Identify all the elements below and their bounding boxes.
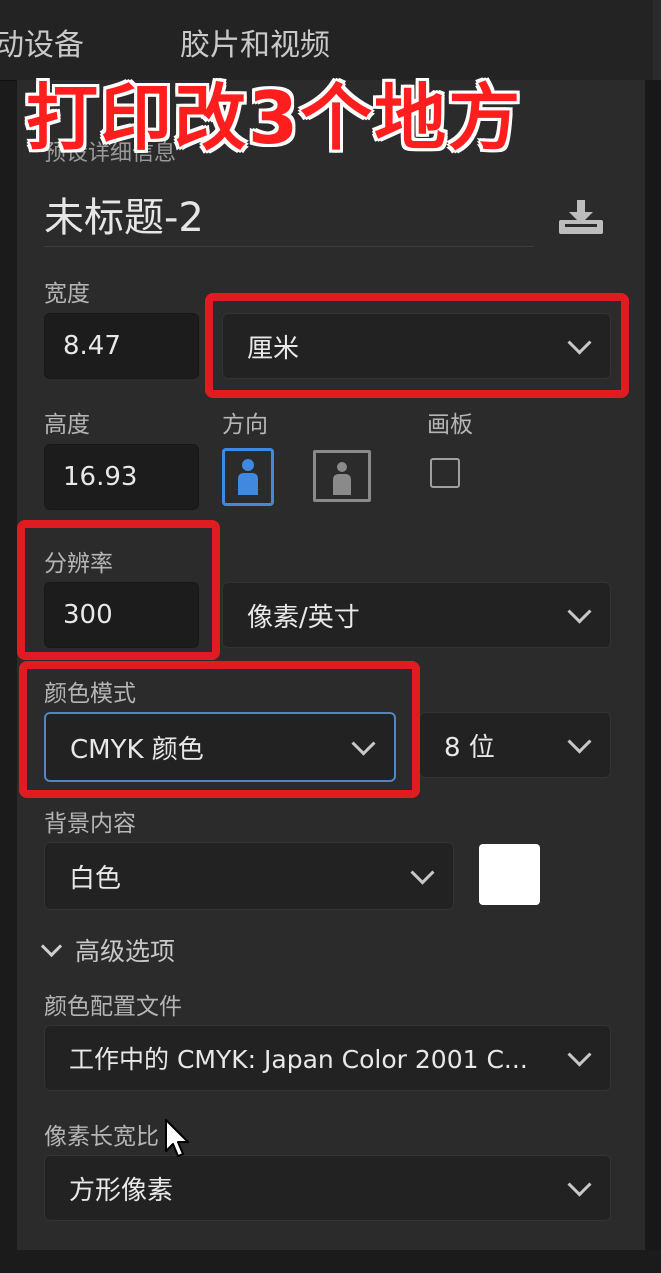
background-contents-value: 白色 bbox=[69, 863, 122, 894]
panel-right-edge bbox=[645, 80, 661, 1273]
save-preset-button[interactable] bbox=[557, 198, 605, 236]
width-label: 宽度 bbox=[44, 281, 90, 307]
artboard-checkbox[interactable] bbox=[430, 458, 460, 488]
background-contents-dropdown[interactable]: 白色 bbox=[44, 842, 454, 910]
color-profile-dropdown[interactable]: 工作中的 CMYK: Japan Color 2001 C... bbox=[44, 1025, 611, 1091]
landscape-orientation-icon bbox=[333, 462, 351, 495]
chevron-down-icon bbox=[40, 935, 63, 957]
pixel-aspect-ratio-value: 方形像素 bbox=[69, 1175, 174, 1206]
width-input[interactable]: 8.47 bbox=[44, 313, 199, 379]
color-profile-value: 工作中的 CMYK: Japan Color 2001 C... bbox=[69, 1045, 528, 1074]
bit-depth-value: 8 位 bbox=[444, 732, 495, 763]
pixel-aspect-ratio-dropdown[interactable]: 方形像素 bbox=[44, 1155, 611, 1221]
artboard-label: 画板 bbox=[427, 412, 473, 438]
chevron-down-icon bbox=[567, 1172, 592, 1197]
background-color-swatch[interactable] bbox=[479, 844, 540, 905]
background-contents-label: 背景内容 bbox=[44, 811, 136, 837]
portrait-orientation-button[interactable] bbox=[222, 448, 274, 506]
tab-mobile-devices[interactable]: 动设备 bbox=[0, 20, 84, 64]
pixel-aspect-ratio-label: 像素长宽比 bbox=[44, 1124, 159, 1150]
annotation-box-resolution bbox=[17, 520, 220, 660]
tab-scroll-edge bbox=[653, 0, 661, 80]
chevron-down-icon bbox=[410, 860, 435, 885]
portrait-orientation-icon bbox=[238, 459, 258, 495]
resolution-unit-dropdown[interactable]: 像素/英寸 bbox=[222, 582, 611, 648]
orientation-label: 方向 bbox=[222, 412, 268, 438]
height-label: 高度 bbox=[44, 412, 90, 438]
annotation-box-units bbox=[205, 293, 629, 398]
bit-depth-dropdown[interactable]: 8 位 bbox=[419, 712, 611, 778]
category-tab-bar: 动设备 胶片和视频 bbox=[0, 0, 661, 81]
height-input[interactable]: 16.93 bbox=[44, 444, 199, 510]
document-name-field[interactable]: 未标题-2 bbox=[44, 190, 534, 247]
mouse-cursor-icon bbox=[165, 1119, 189, 1157]
panel-bottom-edge bbox=[0, 1250, 661, 1273]
advanced-options-toggle[interactable]: 高级选项 bbox=[40, 932, 176, 968]
landscape-orientation-button[interactable] bbox=[313, 450, 371, 502]
save-preset-icon bbox=[559, 200, 603, 234]
advanced-options-label: 高级选项 bbox=[75, 937, 176, 966]
overlay-caption: 打印改3个地方 bbox=[26, 76, 523, 160]
resolution-unit-value: 像素/英寸 bbox=[247, 602, 360, 633]
tab-film-video[interactable]: 胶片和视频 bbox=[180, 20, 330, 64]
annotation-box-color-mode bbox=[19, 661, 420, 798]
color-profile-label: 颜色配置文件 bbox=[44, 994, 182, 1020]
chevron-down-icon bbox=[567, 1042, 592, 1067]
chevron-down-icon bbox=[567, 599, 592, 624]
chevron-down-icon bbox=[567, 729, 592, 754]
